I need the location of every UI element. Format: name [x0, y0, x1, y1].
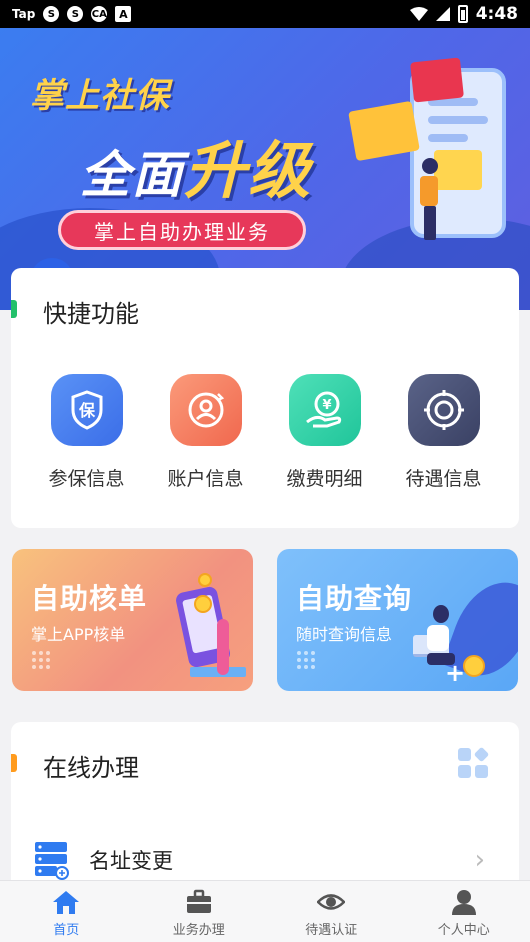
coin-illustration — [463, 655, 485, 677]
quick-item-account-info[interactable]: 账户信息 — [156, 374, 256, 491]
card-illustration — [410, 57, 464, 103]
notification-s-icon: S — [43, 6, 60, 22]
section-accent-bar — [11, 754, 17, 772]
nav-label: 待遇认证 — [305, 923, 358, 938]
chevron-right-icon: › — [474, 845, 485, 875]
tile-title: 自助核单 — [31, 582, 148, 615]
quick-item-label: 待遇信息 — [405, 468, 482, 490]
tile-subtitle: 随时查询信息 — [296, 625, 393, 644]
online-services-title: 在线办理 — [43, 754, 139, 782]
self-service-check-tile[interactable]: 自助核单 掌上APP核单 — [12, 549, 253, 691]
banner-headline-part1: 全面 — [80, 146, 184, 204]
banner-headline: 全面升级 — [80, 120, 312, 210]
quick-item-benefit-info[interactable]: 待遇信息 — [394, 374, 494, 491]
quick-item-insurance-info[interactable]: 保 参保信息 — [37, 374, 137, 491]
shield-bao-icon: 保 — [50, 374, 123, 446]
account-user-icon — [169, 374, 242, 446]
nav-business[interactable]: 业务办理 — [133, 881, 266, 942]
bottom-navigation: 首页 业务办理 待遇认证 个人中心 — [0, 880, 530, 942]
quick-functions-card: 快捷功能 保 参保信息 账户信息 ¥ 缴费明细 待遇信息 — [11, 268, 519, 528]
signal-icon — [435, 7, 450, 21]
tile-title: 自助查询 — [296, 582, 413, 615]
nav-label: 业务办理 — [172, 923, 225, 938]
nav-label: 首页 — [53, 923, 80, 938]
nav-personal-center[interactable]: 个人中心 — [398, 881, 530, 942]
nav-benefit-auth[interactable]: 待遇认证 — [265, 881, 398, 942]
benefit-globe-icon — [407, 374, 480, 446]
online-services-card: 在线办理 名址变更 › — [11, 722, 519, 902]
banner-pill: 掌上自助办理业务 — [58, 210, 306, 250]
notification-ca-icon: CA — [91, 6, 108, 22]
clock: 4:48 — [475, 4, 518, 24]
battery-icon — [457, 5, 468, 23]
quick-functions-grid: 保 参保信息 账户信息 ¥ 缴费明细 待遇信息 — [11, 374, 519, 491]
banner-headline-part2: 升级 — [184, 134, 313, 207]
coin-illustration — [194, 595, 212, 613]
person-illustration — [420, 158, 440, 240]
section-accent-bar — [11, 300, 17, 318]
quick-item-label: 缴费明细 — [286, 468, 363, 490]
notification-s2-icon: S — [67, 6, 84, 22]
tile-subtitle: 掌上APP核单 — [31, 625, 126, 644]
plus-decoration: + — [445, 659, 466, 687]
person-illustration — [217, 619, 229, 675]
list-item-label: 名址变更 — [89, 849, 173, 873]
dots-decoration — [32, 651, 50, 669]
nav-home[interactable]: 首页 — [0, 881, 133, 942]
notification-a-icon: A — [115, 6, 132, 22]
quick-item-label: 账户信息 — [167, 468, 244, 490]
home-icon — [53, 891, 80, 914]
eye-icon — [317, 894, 346, 910]
quick-item-label: 参保信息 — [48, 468, 125, 490]
self-service-query-tile[interactable]: + 自助查询 随时查询信息 — [277, 549, 518, 691]
status-bar: Tap S S CA A 4:48 — [0, 0, 530, 28]
quick-functions-title: 快捷功能 — [43, 300, 139, 328]
nav-label: 个人中心 — [437, 923, 490, 938]
apps-grid-icon[interactable] — [458, 746, 490, 778]
payment-yuan-icon: ¥ — [288, 374, 361, 446]
dots-decoration — [297, 651, 315, 669]
carrier-label: Tap — [12, 7, 36, 21]
address-change-icon — [35, 842, 69, 880]
briefcase-icon — [186, 889, 211, 913]
quick-item-payment-details[interactable]: ¥ 缴费明细 — [275, 374, 375, 491]
svg-text:保: 保 — [77, 401, 95, 420]
svg-text:¥: ¥ — [322, 398, 331, 413]
banner-title: 掌上社保 — [30, 76, 170, 116]
card-illustration — [434, 150, 482, 190]
person-icon — [451, 890, 476, 915]
coin-illustration — [198, 573, 212, 587]
wifi-icon — [409, 7, 428, 21]
